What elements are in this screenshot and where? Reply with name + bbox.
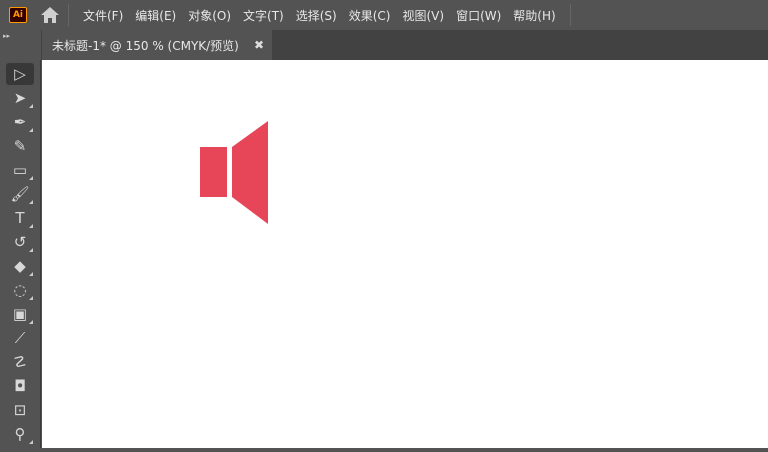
direct-selection-tool[interactable]: ➤: [6, 87, 34, 109]
selection-tool[interactable]: ▷: [6, 63, 34, 85]
zoom-icon: ⚲: [14, 425, 26, 443]
document-tab-bar: ▸▸ 未标题-1* @ 150 % (CMYK/预览) ✖: [0, 30, 768, 60]
curvature-tool[interactable]: ✎: [6, 135, 34, 157]
speaker-body[interactable]: [200, 147, 227, 197]
paintbrush-icon: 🖌: [10, 185, 30, 203]
eyedropper-icon: ⟋: [14, 329, 26, 347]
toolbar-header[interactable]: ▸▸: [0, 30, 41, 60]
home-icon[interactable]: [40, 6, 60, 24]
menu-type[interactable]: 文字(T): [237, 7, 290, 24]
menu-view[interactable]: 视图(V): [396, 7, 450, 24]
document-tab[interactable]: 未标题-1* @ 150 % (CMYK/预览) ✖: [42, 30, 272, 60]
lasso-tool[interactable]: ◌: [6, 279, 34, 301]
curvature-icon: ✎: [13, 137, 27, 155]
artboard-canvas[interactable]: [42, 60, 768, 448]
menu-help[interactable]: 帮助(H): [507, 7, 561, 24]
eraser-tool[interactable]: ◆: [6, 255, 34, 277]
type-icon: T: [15, 209, 25, 227]
divider: [68, 4, 69, 26]
paintbrush-tool[interactable]: 🖌: [6, 183, 34, 205]
document-tab-title: 未标题-1* @ 150 % (CMYK/预览): [52, 38, 239, 53]
rectangle-tool[interactable]: ▭: [6, 159, 34, 181]
artboard-tool[interactable]: ⊡: [6, 399, 34, 421]
pen-tool[interactable]: ✒: [6, 111, 34, 133]
puppet-warp-icon: ☡: [13, 353, 27, 371]
speaker-artwork[interactable]: [42, 60, 768, 448]
shape-builder-tool[interactable]: ◘: [6, 375, 34, 397]
eyedropper-tool[interactable]: ⟋: [6, 327, 34, 349]
type-tool[interactable]: T: [6, 207, 34, 229]
rotate-icon: ↺: [13, 233, 27, 251]
gradient-icon: ▣: [12, 305, 28, 323]
menu-bar: Ai 文件(F) 编辑(E) 对象(O) 文字(T) 选择(S) 效果(C) 视…: [0, 0, 768, 30]
menu-edit[interactable]: 编辑(E): [129, 7, 182, 24]
artboard-icon: ⊡: [13, 401, 27, 419]
menu-window[interactable]: 窗口(W): [450, 7, 507, 24]
menu-object[interactable]: 对象(O): [182, 7, 237, 24]
shape-builder-icon: ◘: [14, 377, 26, 395]
pen-icon: ✒: [13, 113, 27, 131]
speaker-cone[interactable]: [232, 121, 268, 224]
tools-panel: ▷ ➤ ✒ ✎ ▭ 🖌 T ↺ ◆ ◌ ▣ ⟋ ☡ ◘ ⊡ ⚲: [0, 60, 41, 448]
selection-icon: ▷: [14, 65, 26, 83]
collapse-icon[interactable]: ▸▸: [3, 32, 10, 40]
gradient-tool[interactable]: ▣: [6, 303, 34, 325]
rectangle-icon: ▭: [12, 161, 28, 179]
illustrator-logo: Ai: [9, 7, 27, 23]
close-icon[interactable]: ✖: [254, 38, 264, 52]
zoom-tool[interactable]: ⚲: [6, 423, 34, 445]
menu-select[interactable]: 选择(S): [290, 7, 343, 24]
direct-selection-icon: ➤: [13, 89, 27, 107]
eraser-icon: ◆: [14, 257, 26, 275]
menu-file[interactable]: 文件(F): [77, 7, 129, 24]
menu-effect[interactable]: 效果(C): [343, 7, 397, 24]
rotate-tool[interactable]: ↺: [6, 231, 34, 253]
lasso-icon: ◌: [13, 281, 27, 299]
divider: [569, 4, 571, 26]
puppet-warp-tool[interactable]: ☡: [6, 351, 34, 373]
